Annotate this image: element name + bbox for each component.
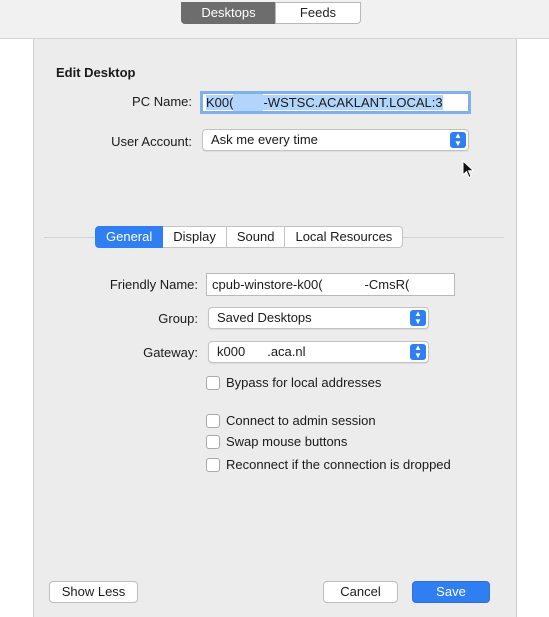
bypass-checkbox[interactable] bbox=[206, 376, 220, 390]
group-label: Group: bbox=[158, 311, 198, 326]
user-account-value: Ask me every time bbox=[211, 132, 318, 147]
swap-mouse-label: Swap mouse buttons bbox=[226, 434, 348, 449]
tab-display[interactable]: Display bbox=[163, 226, 227, 248]
save-button[interactable]: Save bbox=[412, 581, 490, 603]
tab-sound[interactable]: Sound bbox=[226, 226, 286, 248]
friendly-name-prefix: cpub-winstore-k00( bbox=[212, 277, 323, 292]
tab-general[interactable]: General bbox=[95, 226, 164, 248]
friendly-name-suffix: -CmsR( bbox=[364, 277, 410, 292]
pc-name-value-suffix: -WSTSC.ACAKLANT.LOCAL:3 bbox=[263, 95, 443, 110]
bypass-label: Bypass for local addresses bbox=[226, 375, 382, 390]
admin-session-label: Connect to admin session bbox=[226, 413, 376, 428]
redacted-segment bbox=[233, 94, 264, 111]
swap-mouse-checkbox[interactable] bbox=[206, 435, 220, 449]
cancel-button[interactable]: Cancel bbox=[323, 581, 398, 603]
tab-local-resources[interactable]: Local Resources bbox=[285, 226, 404, 248]
gateway-select[interactable]: k000 .aca.nl ▲ ▼ bbox=[208, 341, 429, 363]
show-less-button[interactable]: Show Less bbox=[49, 581, 138, 603]
redacted-segment bbox=[245, 342, 267, 362]
gateway-prefix: k000 bbox=[217, 344, 246, 359]
tab-feeds[interactable]: Feeds bbox=[275, 2, 361, 24]
edit-desktop-sheet: Edit Desktop PC Name: K00( -WSTSC.ACAKLA… bbox=[33, 39, 517, 617]
group-select[interactable]: Saved Desktops ▲ ▼ bbox=[208, 307, 429, 329]
mouse-pointer-icon bbox=[462, 160, 475, 179]
sheet-title: Edit Desktop bbox=[56, 65, 136, 80]
friendly-name-label: Friendly Name: bbox=[109, 277, 198, 292]
settings-tabs: General Display Sound Local Resources bbox=[95, 226, 404, 248]
user-account-label: User Account: bbox=[111, 134, 192, 149]
reconnect-checkbox[interactable] bbox=[206, 458, 220, 472]
toolbar: Desktops Feeds bbox=[0, 0, 549, 39]
user-account-select[interactable]: Ask me every time ▲ ▼ bbox=[202, 129, 469, 151]
pc-name-value-prefix: K00( bbox=[206, 95, 234, 110]
redacted-segment bbox=[323, 274, 365, 295]
gateway-label: Gateway: bbox=[143, 345, 198, 360]
chevron-updown-icon: ▲ ▼ bbox=[410, 344, 426, 360]
friendly-name-input[interactable]: cpub-winstore-k00( -CmsR( bbox=[206, 273, 455, 296]
reconnect-label: Reconnect if the connection is dropped bbox=[226, 457, 451, 472]
pc-name-label: PC Name: bbox=[132, 94, 192, 109]
chevron-updown-icon: ▲ ▼ bbox=[450, 132, 466, 148]
chevron-updown-icon: ▲ ▼ bbox=[410, 310, 426, 326]
tab-desktops[interactable]: Desktops bbox=[181, 2, 276, 24]
group-value: Saved Desktops bbox=[217, 310, 312, 325]
pc-name-input[interactable]: K00( -WSTSC.ACAKLANT.LOCAL:3 bbox=[200, 91, 471, 114]
gateway-suffix: .aca.nl bbox=[267, 344, 306, 359]
admin-session-checkbox[interactable] bbox=[206, 414, 220, 428]
